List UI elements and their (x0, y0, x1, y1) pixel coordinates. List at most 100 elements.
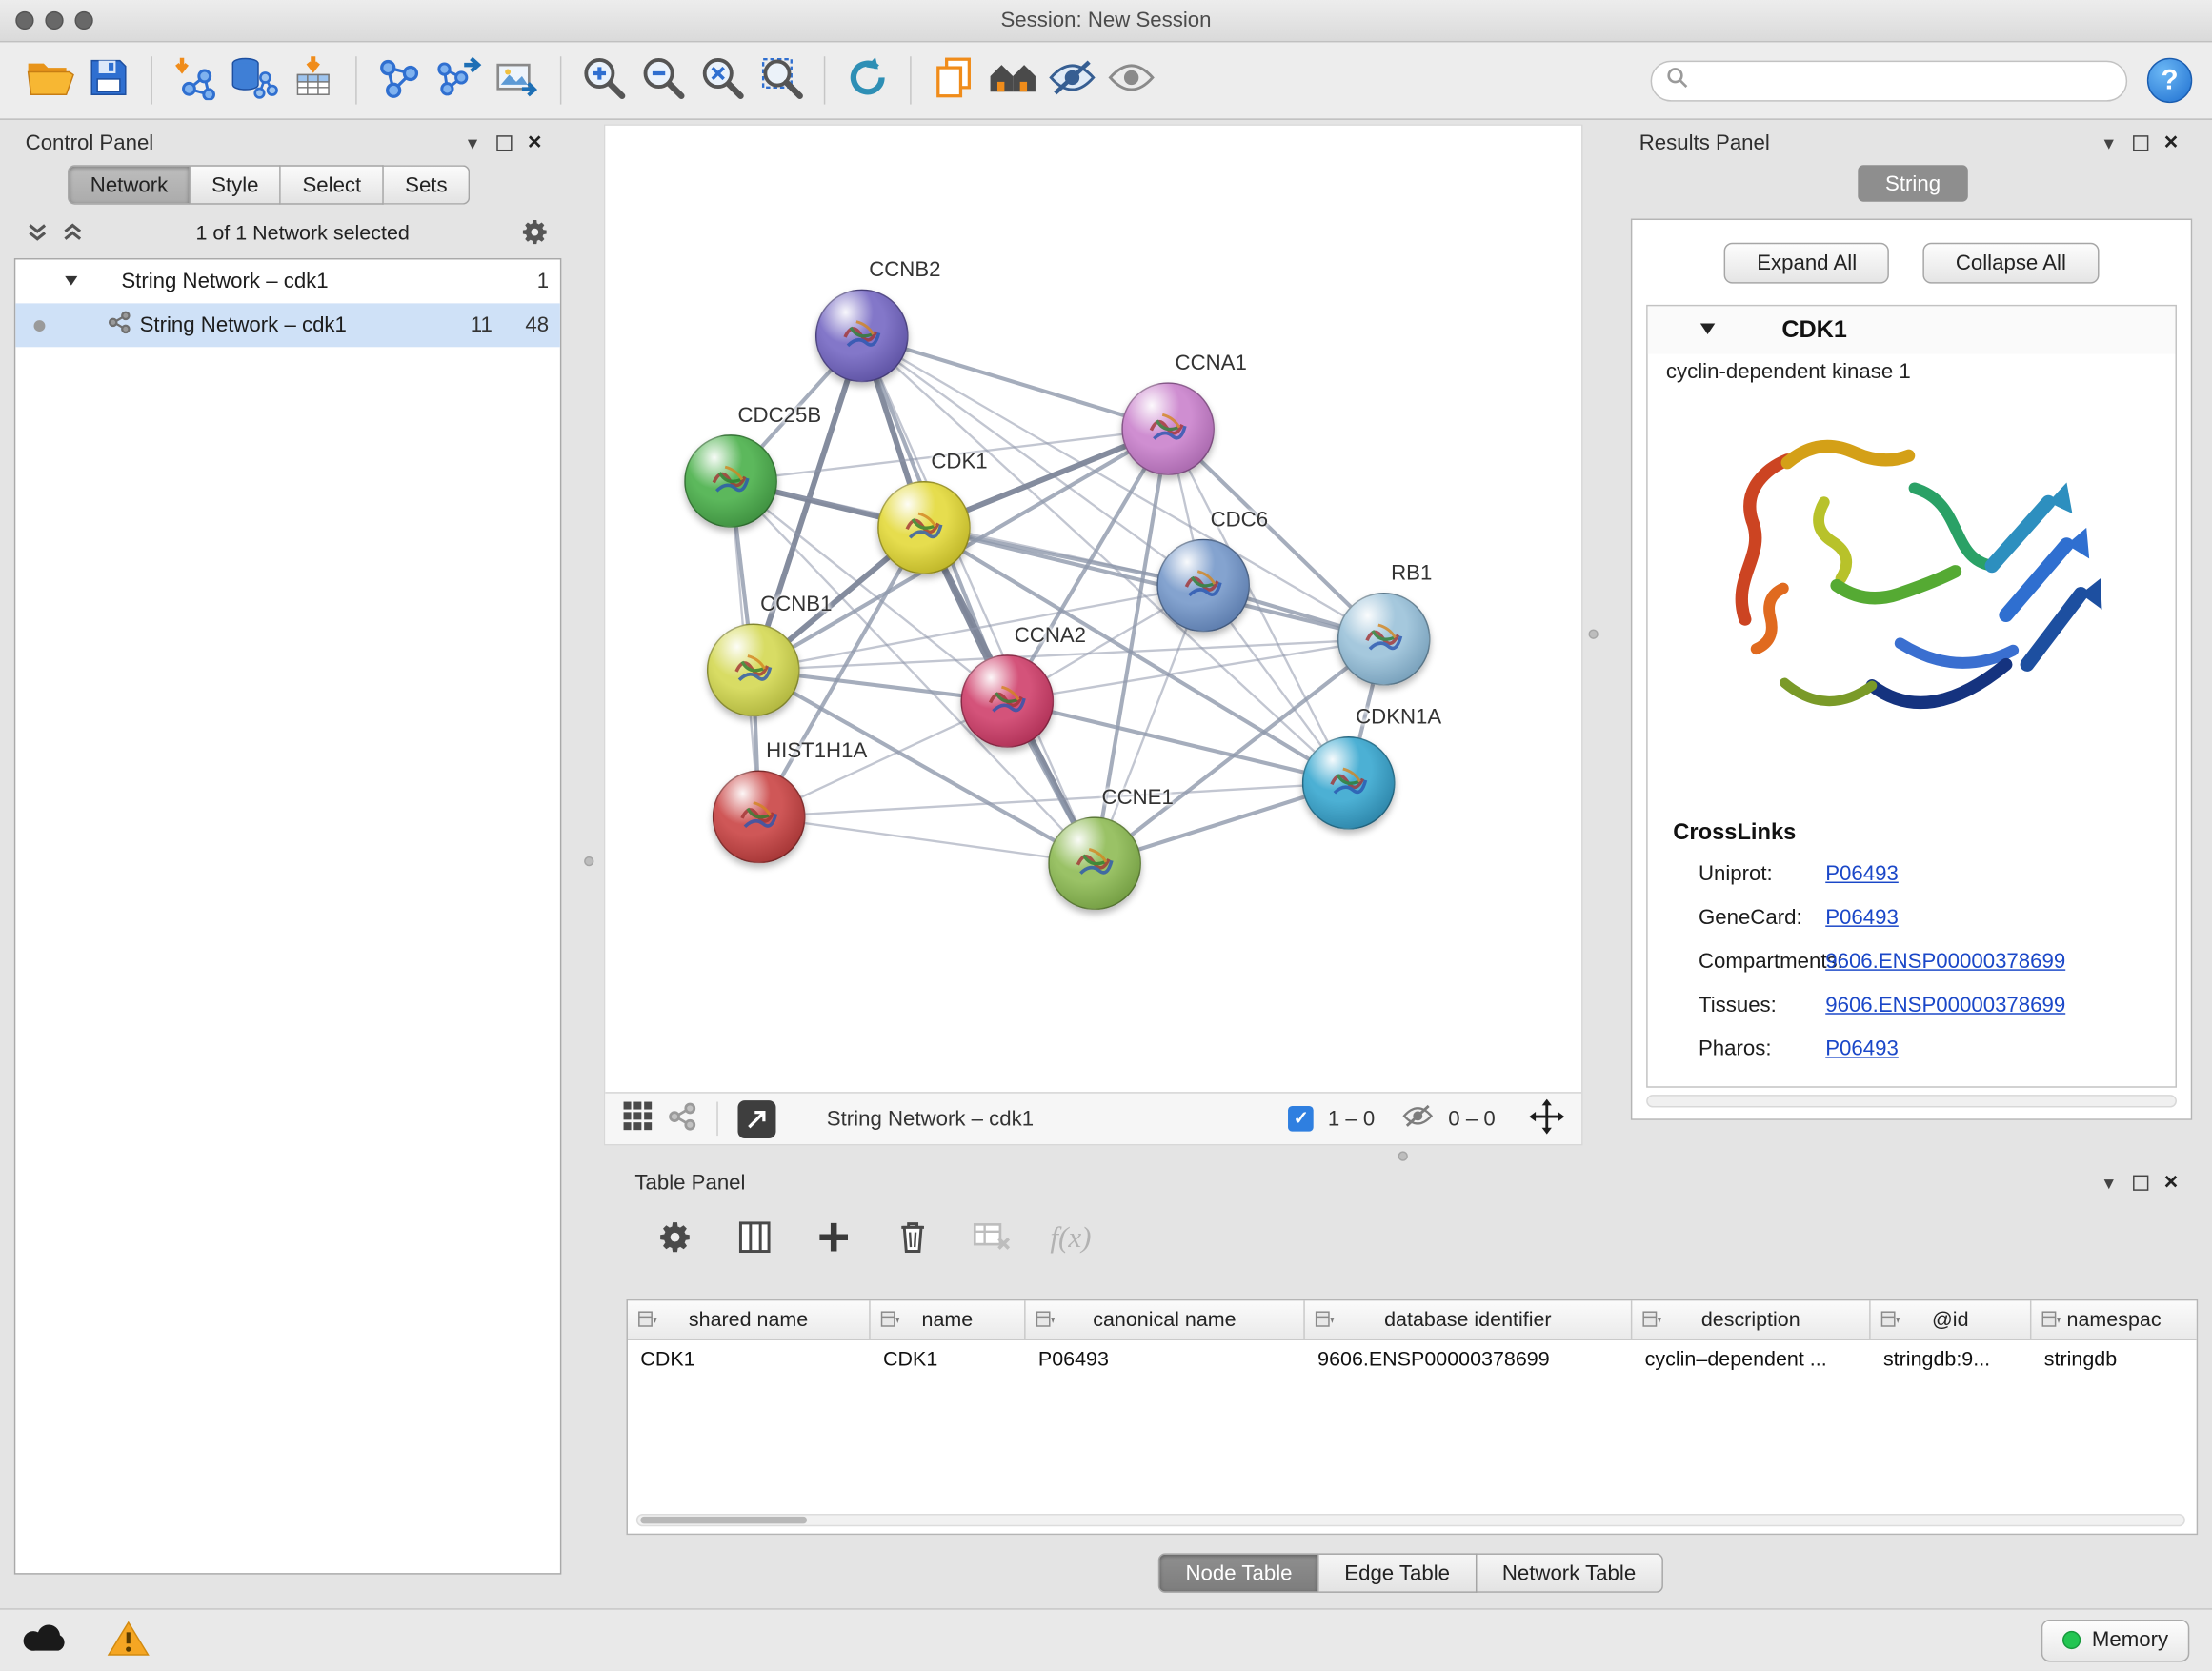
hide-details-button[interactable] (1042, 50, 1101, 110)
expand-all-button[interactable]: Expand All (1724, 243, 1889, 284)
network-node-cdc6[interactable] (1156, 539, 1250, 633)
crosslink-tissues-link[interactable]: 9606.ENSP00000378699 (1825, 994, 2065, 1017)
close-panel-icon[interactable]: × (2156, 129, 2187, 157)
float-panel-icon[interactable] (2124, 129, 2156, 157)
table-cell[interactable]: 9606.ENSP00000378699 (1305, 1340, 1633, 1379)
network-node-rb1[interactable] (1337, 593, 1431, 686)
collection-expand-icon[interactable] (64, 270, 79, 293)
collapse-all-button[interactable]: Collapse All (1923, 243, 2099, 284)
float-panel-icon[interactable] (488, 129, 519, 157)
tab-node-table[interactable]: Node Table (1158, 1553, 1318, 1592)
zoom-fit-button[interactable] (693, 50, 752, 110)
delete-column-trash-icon[interactable] (889, 1214, 936, 1261)
network-node-ccnb1[interactable] (707, 624, 800, 717)
search-input[interactable] (1697, 70, 2111, 92)
float-panel-icon[interactable] (2124, 1168, 2156, 1197)
export-image-button[interactable] (488, 50, 547, 110)
panel-menu-icon[interactable]: ▾ (2094, 129, 2125, 157)
close-panel-icon[interactable]: × (2156, 1168, 2187, 1197)
export-network-button[interactable] (429, 50, 488, 110)
tab-network[interactable]: Network (68, 165, 191, 204)
memory-button[interactable]: Memory (2041, 1619, 2190, 1661)
network-options-gear-icon[interactable] (520, 216, 550, 252)
collapse-section-icon[interactable] (1699, 318, 1717, 342)
warning-icon[interactable] (108, 1619, 150, 1661)
network-node-hist1h1a[interactable] (713, 771, 806, 864)
help-button[interactable]: ? (2147, 58, 2192, 103)
duplicate-network-button[interactable] (924, 50, 983, 110)
panel-menu-icon[interactable]: ▾ (2094, 1168, 2125, 1197)
grid-icon[interactable] (622, 1100, 654, 1137)
zoom-out-button[interactable] (633, 50, 693, 110)
minimize-window-button[interactable] (45, 11, 63, 30)
table-cell[interactable]: P06493 (1026, 1340, 1305, 1379)
tab-sets[interactable]: Sets (384, 165, 470, 204)
panel-menu-icon[interactable]: ▾ (457, 129, 489, 157)
table-cell[interactable]: stringdb (2031, 1340, 2196, 1379)
column-header[interactable]: canonical name (1026, 1300, 1305, 1339)
close-window-button[interactable] (15, 11, 33, 30)
share-icon[interactable] (667, 1101, 696, 1137)
save-session-button[interactable] (79, 50, 138, 110)
expand-all-icon[interactable] (61, 219, 85, 249)
zoom-window-button[interactable] (74, 11, 92, 30)
network-node-ccna2[interactable] (960, 654, 1054, 748)
close-panel-icon[interactable]: × (519, 129, 551, 157)
tab-select[interactable]: Select (281, 165, 384, 204)
table-cell[interactable]: stringdb:9... (1871, 1340, 2032, 1379)
column-header[interactable]: namespac (2031, 1300, 2196, 1339)
crosslink-genecard-link[interactable]: P06493 (1825, 906, 1899, 930)
import-table-button[interactable] (284, 50, 343, 110)
network-canvas[interactable]: CCNB2CCNA1CDC25BCDK1CDC6RB1CCNB1CCNA2CDK… (605, 126, 1584, 1095)
network-node-ccnb2[interactable] (815, 290, 909, 383)
network-row-selected[interactable]: String Network – cdk1 11 48 (15, 303, 560, 347)
network-node-cdk1[interactable] (877, 481, 971, 574)
network-collection-row[interactable]: String Network – cdk1 1 (15, 259, 560, 303)
column-header[interactable]: name (871, 1300, 1026, 1339)
import-network-database-button[interactable] (224, 50, 283, 110)
gene-section-header[interactable]: CDK1 (1648, 306, 2176, 353)
apply-layout-button[interactable] (838, 50, 897, 110)
network-node-ccne1[interactable] (1048, 816, 1141, 910)
cloud-icon[interactable] (23, 1621, 70, 1659)
column-header[interactable]: description (1632, 1300, 1870, 1339)
horizontal-splitter-grip[interactable] (1398, 1151, 1408, 1160)
fit-content-icon[interactable] (1529, 1098, 1564, 1139)
table-horizontal-scrollbar[interactable] (636, 1514, 2185, 1526)
table-cell[interactable]: CDK1 (628, 1340, 871, 1379)
tab-style[interactable]: Style (191, 165, 281, 204)
table-settings-gear-icon[interactable] (652, 1214, 699, 1261)
table-row[interactable]: CDK1 CDK1 P06493 9606.ENSP00000378699 cy… (628, 1340, 2197, 1379)
zoom-selected-button[interactable] (752, 50, 811, 110)
birdseye-button[interactable] (983, 50, 1042, 110)
crosslink-pharos-link[interactable]: P06493 (1825, 1037, 1899, 1060)
create-column-icon[interactable] (810, 1214, 857, 1261)
column-header[interactable]: shared name (628, 1300, 871, 1339)
right-splitter-grip[interactable] (1588, 629, 1598, 638)
results-scrollbar[interactable] (1646, 1095, 2177, 1107)
table-cell[interactable]: CDK1 (871, 1340, 1026, 1379)
tab-edge-table[interactable]: Edge Table (1319, 1553, 1478, 1592)
open-session-button[interactable] (20, 50, 79, 110)
crosslink-uniprot-link[interactable]: P06493 (1825, 862, 1899, 886)
network-node-cdc25b[interactable] (684, 434, 777, 528)
zoom-in-button[interactable] (574, 50, 633, 110)
search-field[interactable] (1651, 60, 2128, 101)
show-columns-icon[interactable] (731, 1214, 778, 1261)
new-network-button[interactable] (370, 50, 429, 110)
table-cell[interactable]: cyclin–dependent ... (1632, 1340, 1870, 1379)
selected-checkbox-icon[interactable]: ✓ (1288, 1106, 1314, 1132)
left-splitter-grip[interactable] (584, 856, 593, 866)
tab-network-table[interactable]: Network Table (1477, 1553, 1662, 1592)
network-node-ccna1[interactable] (1121, 382, 1215, 475)
crosslink-compartments-link[interactable]: 9606.ENSP00000378699 (1825, 950, 2065, 974)
column-header[interactable]: @id (1871, 1300, 2032, 1339)
scrollbar-thumb[interactable] (640, 1517, 807, 1523)
show-details-button[interactable] (1102, 50, 1161, 110)
collapse-all-icon[interactable] (26, 219, 50, 249)
string-results-tab[interactable]: String (1858, 165, 1968, 202)
column-header[interactable]: database identifier (1305, 1300, 1633, 1339)
open-in-new-button[interactable] (737, 1099, 775, 1137)
network-node-cdkn1a[interactable] (1302, 736, 1396, 830)
import-network-file-button[interactable] (165, 50, 224, 110)
